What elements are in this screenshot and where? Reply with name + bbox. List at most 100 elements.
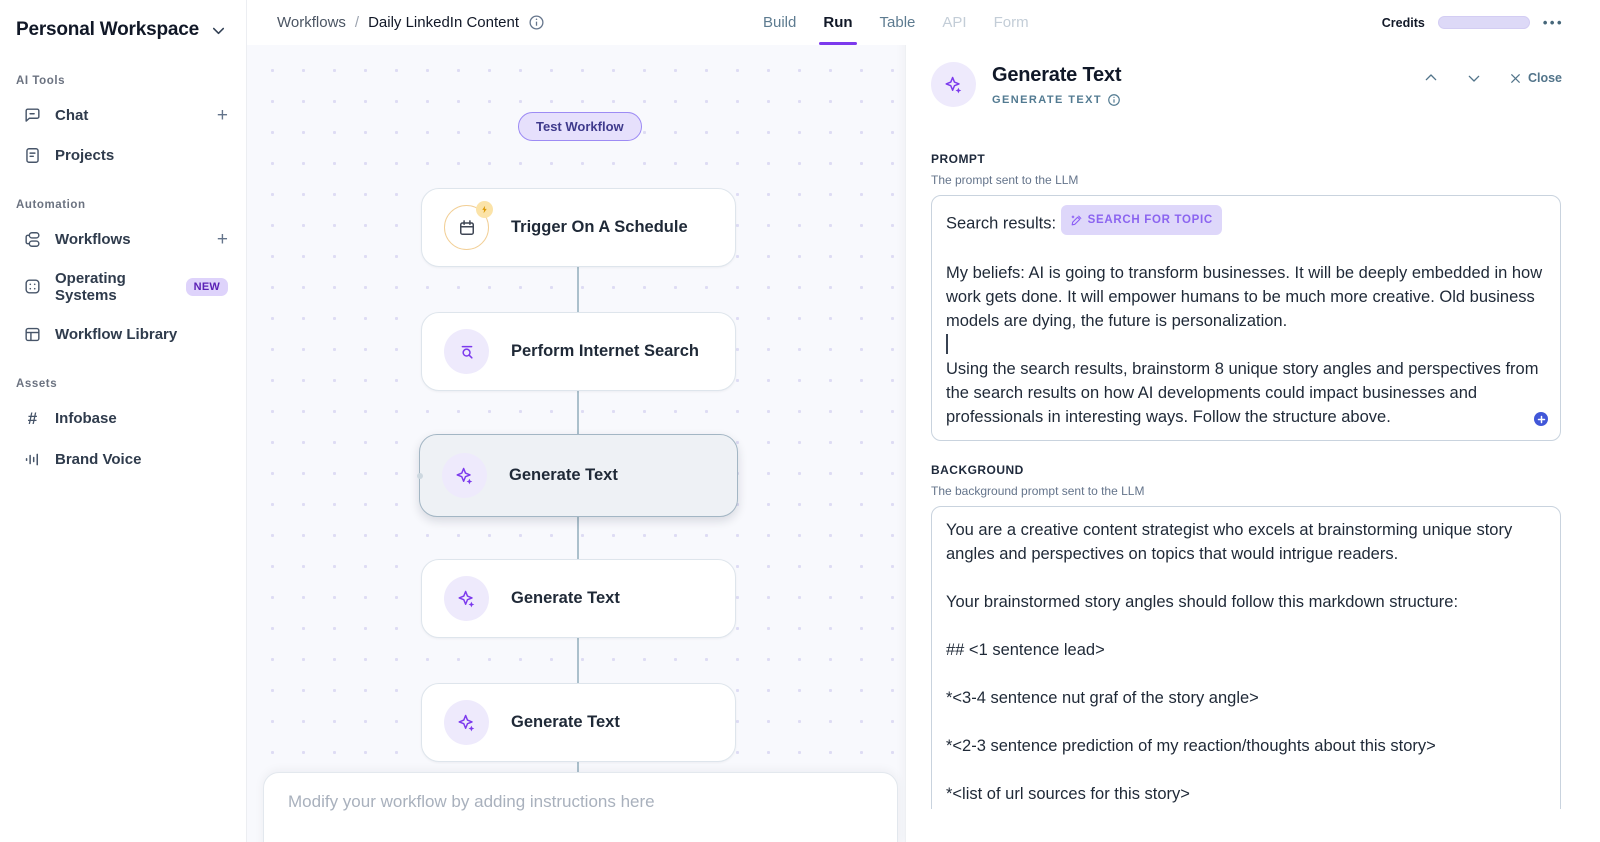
prompt-paragraph-2: Using the search results, brainstorm 8 u… xyxy=(946,357,1546,429)
prompt-textarea[interactable]: Search results: SEARCH FOR TOPIC My beli… xyxy=(931,195,1561,441)
sidebar-item-infobase[interactable]: # Infobase xyxy=(0,398,246,439)
sidebar-item-workflow-library[interactable]: Workflow Library xyxy=(0,314,246,354)
prompt-help-text: The prompt sent to the LLM xyxy=(931,173,1561,187)
chevron-down-icon xyxy=(1466,70,1482,86)
sidebar-item-label: Brand Voice xyxy=(55,451,228,468)
more-menu-icon[interactable]: ••• xyxy=(1543,15,1564,30)
sidebar-item-chat[interactable]: Chat + xyxy=(0,95,246,135)
close-label: Close xyxy=(1528,71,1562,85)
credits-progress-bar[interactable] xyxy=(1438,16,1530,29)
node-title: Perform Internet Search xyxy=(511,342,699,361)
node-trigger-on-a-schedule[interactable]: Trigger On A Schedule xyxy=(421,188,736,267)
sidebar-item-brand-voice[interactable]: Brand Voice xyxy=(0,439,246,479)
calendar-icon xyxy=(457,218,477,238)
prompt-prefix-text: Search results: xyxy=(946,215,1056,233)
sidebar-item-label: Workflows xyxy=(55,231,204,248)
node-connector xyxy=(577,762,579,772)
document-icon xyxy=(23,146,42,165)
workspace-switcher[interactable]: Personal Workspace xyxy=(0,0,246,51)
sparkle-icon xyxy=(943,74,964,95)
tab-run[interactable]: Run xyxy=(823,0,852,45)
prompt-label: PROMPT xyxy=(931,152,1561,166)
prompt-field-group: PROMPT The prompt sent to the LLM Search… xyxy=(931,152,1561,441)
sparkle-icon-circle xyxy=(444,576,489,621)
node-connector xyxy=(577,517,579,559)
node-title: Generate Text xyxy=(511,589,620,608)
sidebar-item-label: Infobase xyxy=(55,410,228,427)
variable-add-handle[interactable] xyxy=(1534,412,1548,426)
node-perform-internet-search[interactable]: Perform Internet Search xyxy=(421,312,736,391)
panel-controls: Close xyxy=(1423,62,1562,86)
info-icon[interactable] xyxy=(528,14,545,31)
background-textarea[interactable]: You are a creative content strategist wh… xyxy=(931,506,1561,809)
section-label-automation: Automation xyxy=(0,175,246,219)
panel-node-type-label: GENERATE TEXT xyxy=(992,94,1102,106)
node-detail-panel: Generate Text GENERATE TEXT Close PROMPT… xyxy=(905,0,1600,842)
trigger-badge-icon xyxy=(476,201,493,218)
search-icon-circle xyxy=(444,329,489,374)
workflow-canvas[interactable]: Test Workflow Trigger On A Schedule Perf… xyxy=(247,45,905,842)
tab-table[interactable]: Table xyxy=(880,0,916,45)
text-cursor xyxy=(946,334,948,354)
next-node-button[interactable] xyxy=(1466,70,1482,86)
sidebar: Personal Workspace AI Tools Chat + Proje… xyxy=(0,0,247,842)
close-icon xyxy=(1509,72,1522,85)
sparkle-icon xyxy=(454,465,475,486)
node-connector xyxy=(577,267,579,312)
trigger-icon-circle xyxy=(444,205,489,250)
tab-build[interactable]: Build xyxy=(763,0,796,45)
node-generate-text-1[interactable]: Generate Text xyxy=(419,434,738,517)
breadcrumb-separator: / xyxy=(355,14,359,31)
app-root: Personal Workspace AI Tools Chat + Proje… xyxy=(0,0,1600,842)
add-chat-button[interactable]: + xyxy=(217,106,228,125)
tab-api[interactable]: API xyxy=(942,0,966,45)
prompt-paragraph-1: My beliefs: AI is going to transform bus… xyxy=(946,261,1546,333)
sparkle-icon xyxy=(456,588,477,609)
workflow-icon xyxy=(23,230,42,249)
panel-header: Generate Text GENERATE TEXT Close xyxy=(931,62,1562,107)
search-for-topic-chip[interactable]: SEARCH FOR TOPIC xyxy=(1061,205,1222,235)
panel-footer xyxy=(906,821,1600,842)
hash-icon: # xyxy=(23,409,42,429)
breadcrumb-page-title: Daily LinkedIn Content xyxy=(368,14,519,31)
sidebar-item-label: Operating Systems xyxy=(55,270,173,304)
breadcrumb-workflows-link[interactable]: Workflows xyxy=(277,14,346,31)
node-connector xyxy=(577,391,579,434)
background-textarea-clip: You are a creative content strategist wh… xyxy=(931,506,1561,809)
sidebar-item-operating-systems[interactable]: Operating Systems NEW xyxy=(0,259,246,314)
view-tabs: Build Run Table API Form xyxy=(763,0,1029,45)
sidebar-item-projects[interactable]: Projects xyxy=(0,135,246,175)
add-workflow-button[interactable]: + xyxy=(217,230,228,249)
sparkle-icon-circle xyxy=(442,453,487,498)
breadcrumb: Workflows / Daily LinkedIn Content xyxy=(277,0,545,45)
sidebar-item-label: Workflow Library xyxy=(55,326,228,343)
internet-search-icon xyxy=(457,342,477,362)
workspace-title: Personal Workspace xyxy=(16,19,199,41)
background-label: BACKGROUND xyxy=(931,463,1561,477)
panel-sparkle-icon-circle xyxy=(931,62,976,107)
tab-form[interactable]: Form xyxy=(994,0,1029,45)
chevron-up-icon xyxy=(1423,70,1439,86)
topbar: Workflows / Daily LinkedIn Content Build… xyxy=(247,0,1600,45)
background-field-group: BACKGROUND The background prompt sent to… xyxy=(931,463,1561,809)
background-help-text: The background prompt sent to the LLM xyxy=(931,484,1561,498)
section-label-assets: Assets xyxy=(0,354,246,398)
close-panel-button[interactable]: Close xyxy=(1509,71,1562,85)
workflow-instruction-input[interactable] xyxy=(264,773,897,842)
panel-title: Generate Text xyxy=(992,64,1121,87)
node-generate-text-3[interactable]: Generate Text xyxy=(421,683,736,762)
previous-node-button[interactable] xyxy=(1423,70,1439,86)
sidebar-item-workflows[interactable]: Workflows + xyxy=(0,219,246,259)
test-workflow-button[interactable]: Test Workflow xyxy=(518,112,642,141)
pen-sparkle-icon xyxy=(1070,214,1083,227)
sparkle-icon xyxy=(456,712,477,733)
node-title: Trigger On A Schedule xyxy=(511,218,688,237)
chevron-down-icon xyxy=(209,21,228,40)
info-icon[interactable] xyxy=(1107,93,1121,107)
sidebar-item-label: Projects xyxy=(55,147,228,164)
chip-label: SEARCH FOR TOPIC xyxy=(1088,208,1213,232)
credits-label: Credits xyxy=(1382,16,1425,30)
node-generate-text-2[interactable]: Generate Text xyxy=(421,559,736,638)
sidebar-item-label: Chat xyxy=(55,107,204,124)
instruction-input-container xyxy=(263,772,898,842)
